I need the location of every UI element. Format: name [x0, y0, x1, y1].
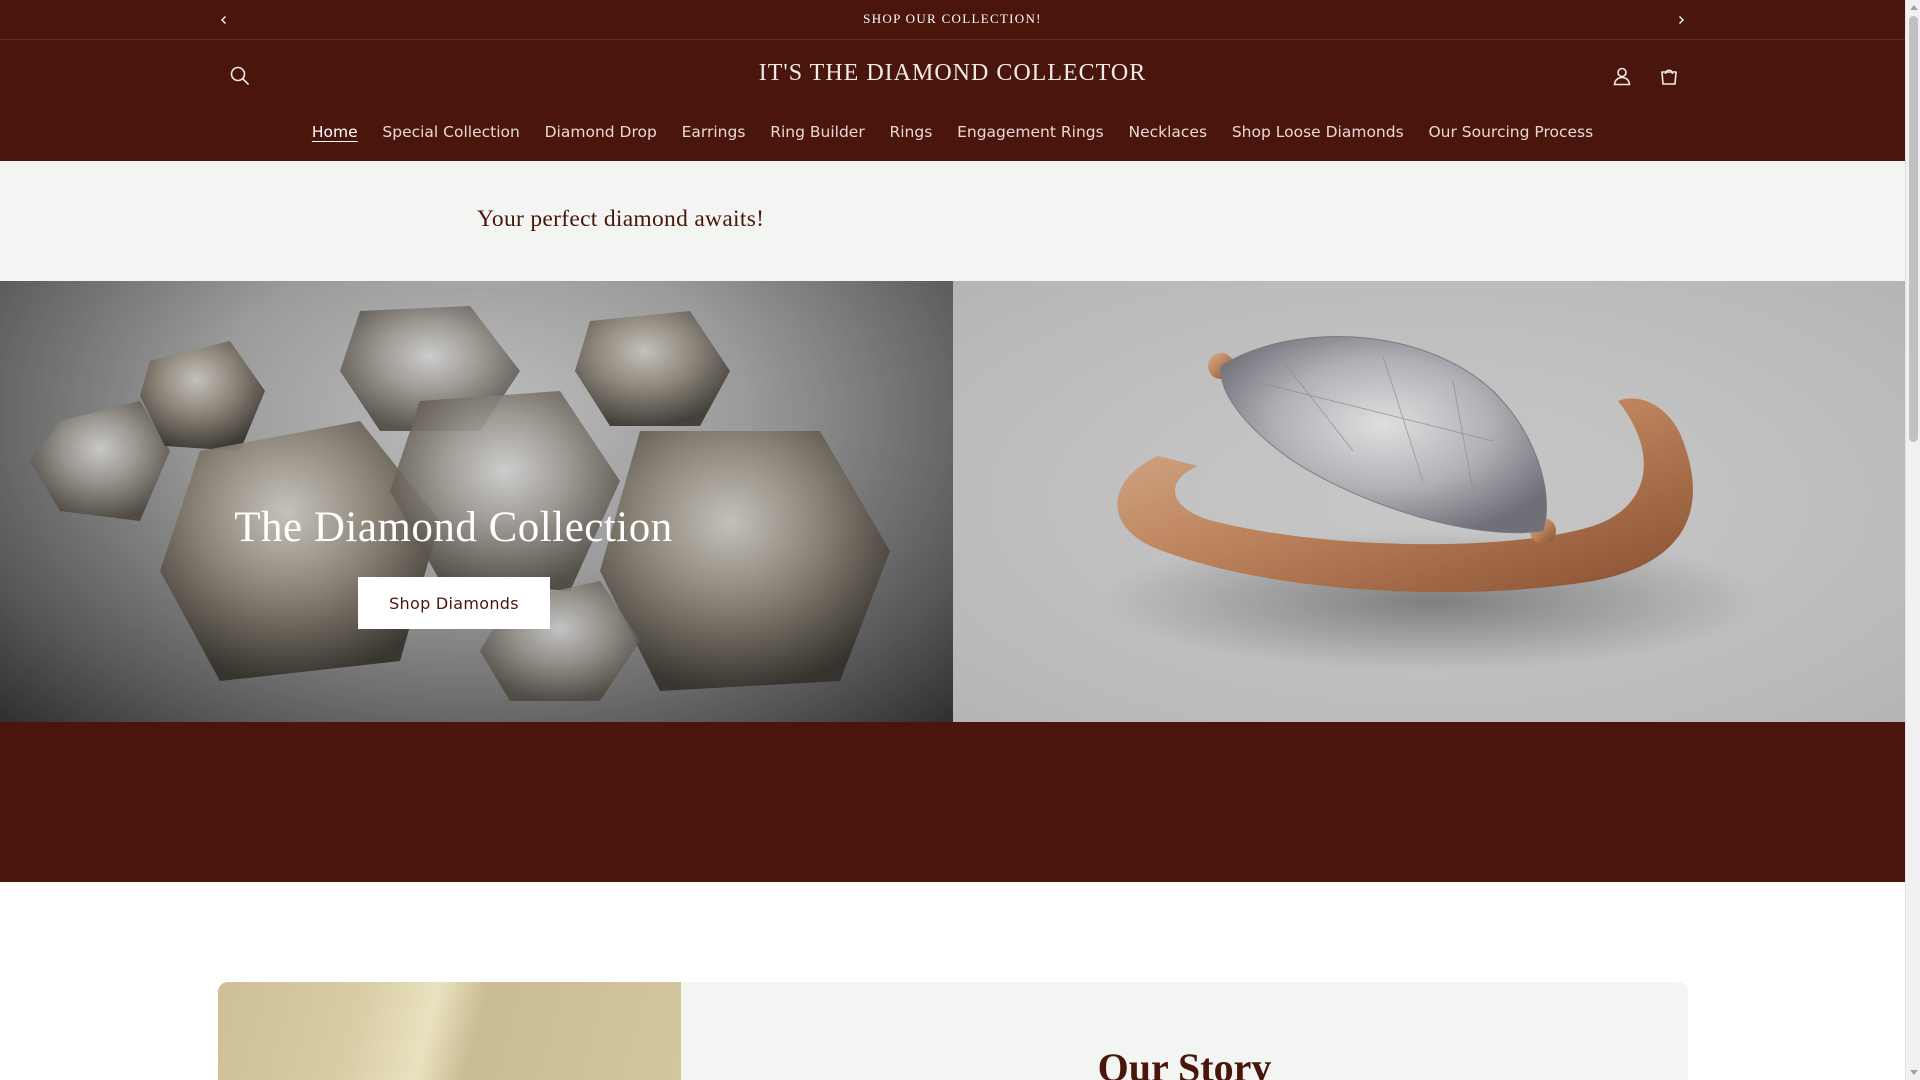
nav-diamond-drop[interactable]: Diamond Drop	[532, 118, 669, 146]
cart-icon	[1661, 69, 1677, 85]
main-nav: Home Special Collection Diamond Drop Ear…	[0, 118, 1905, 146]
maroon-divider-band	[0, 722, 1905, 882]
hero-banner: The Diamond Collection Shop Diamonds	[0, 281, 1905, 722]
our-story-section: Our Story	[218, 982, 1688, 1080]
nav-home[interactable]: Home	[299, 118, 370, 146]
announcement-next-button[interactable]	[1669, 8, 1693, 32]
nav-engagement-rings[interactable]: Engagement Rings	[945, 118, 1116, 146]
tagline-band: Your perfect diamond awaits!	[0, 161, 1905, 281]
page-scrollbar[interactable]	[1905, 0, 1920, 1080]
story-title: Our Story	[1097, 1045, 1272, 1080]
cart-button[interactable]	[1655, 62, 1683, 90]
announcement-bar: SHOP OUR COLLECTION!	[0, 0, 1905, 40]
site-header: IT'S THE DIAMOND COLLECTOR Home Special …	[0, 40, 1905, 161]
nav-necklaces[interactable]: Necklaces	[1116, 118, 1219, 146]
account-icon	[1613, 67, 1631, 86]
tagline-text: Your perfect diamond awaits!	[477, 206, 765, 232]
announcement-message[interactable]: SHOP OUR COLLECTION!	[0, 0, 1905, 40]
story-image	[218, 982, 681, 1080]
scrollbar-thumb[interactable]	[1909, 16, 1918, 442]
chevron-down-icon	[1909, 1070, 1918, 1075]
account-button[interactable]	[1608, 62, 1636, 90]
chevron-up-icon	[1909, 5, 1918, 10]
chevron-right-icon	[1679, 16, 1684, 24]
nav-rings[interactable]: Rings	[877, 118, 945, 146]
scroll-down-button[interactable]	[1906, 1066, 1920, 1080]
page: SHOP OUR COLLECTION! IT'S THE DIAMOND CO…	[0, 0, 1905, 1080]
nav-our-sourcing-process[interactable]: Our Sourcing Process	[1416, 118, 1606, 146]
scroll-up-button[interactable]	[1906, 0, 1920, 14]
shop-diamonds-button[interactable]: Shop Diamonds	[358, 577, 550, 629]
nav-special-collection[interactable]: Special Collection	[370, 118, 532, 146]
hero-title: The Diamond Collection	[234, 504, 673, 551]
marquise-ring-image	[953, 281, 1905, 722]
diamonds-image: The Diamond Collection Shop Diamonds	[0, 281, 953, 722]
nav-shop-loose-diamonds[interactable]: Shop Loose Diamonds	[1219, 118, 1416, 146]
nav-ring-builder[interactable]: Ring Builder	[758, 118, 877, 146]
nav-earrings[interactable]: Earrings	[669, 118, 758, 146]
